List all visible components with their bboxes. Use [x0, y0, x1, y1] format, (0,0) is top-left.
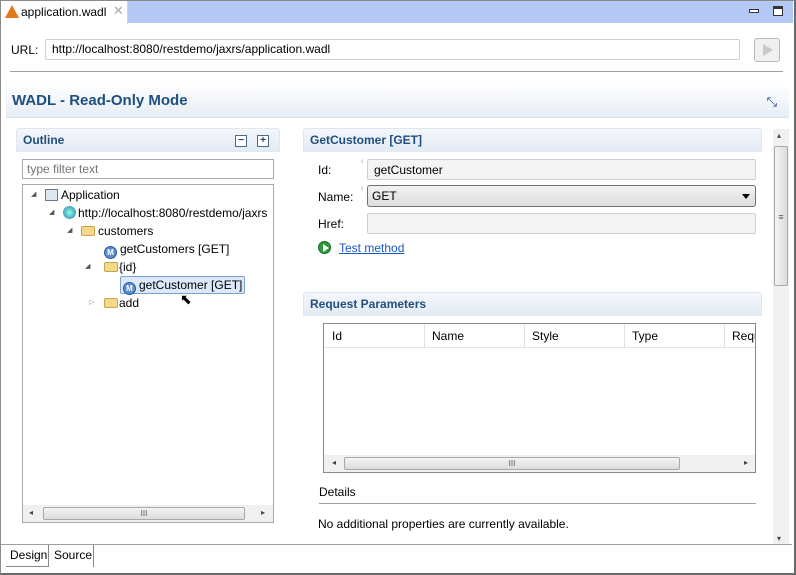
- column-header-type[interactable]: Type: [625, 325, 725, 347]
- tab-source[interactable]: Source: [49, 545, 94, 567]
- details-label: Details: [319, 485, 356, 499]
- hint-bulb-icon: ♀: [359, 157, 365, 166]
- folder-icon: [104, 262, 118, 272]
- tab-label: Source: [54, 548, 93, 562]
- expand-arrow-icon: ◢: [85, 263, 91, 270]
- expand-arrow-icon: ◢: [31, 191, 37, 198]
- scrollbar-thumb[interactable]: ≡: [774, 146, 788, 286]
- scrollbar-thumb[interactable]: III: [344, 457, 680, 470]
- request-params-title: Request Parameters: [310, 297, 427, 311]
- tree-label: Application: [61, 188, 120, 202]
- outline-tree: ◢ Application ◢ http://localhost:8080/rest…: [22, 184, 274, 523]
- separator: [10, 71, 783, 72]
- column-header-name[interactable]: Name: [425, 325, 525, 347]
- tree-label: customers: [98, 224, 154, 238]
- collapse-all-icon[interactable]: −: [235, 135, 247, 147]
- name-label: Name:: [318, 190, 354, 204]
- wadl-file-icon: [5, 5, 19, 18]
- scrollbar-thumb[interactable]: III: [43, 507, 245, 520]
- close-icon[interactable]: ✕: [113, 3, 124, 19]
- editor-tab-title: application.wadl: [21, 5, 107, 19]
- details-text: No additional properties are currently a…: [318, 517, 569, 531]
- mouse-cursor-icon: ⬉: [180, 291, 192, 307]
- expand-arrow-icon: ◢: [49, 209, 55, 216]
- chevron-down-icon: [742, 194, 750, 199]
- test-method-link[interactable]: Test method: [339, 241, 404, 255]
- expand-all-icon[interactable]: +: [257, 135, 269, 147]
- collapsed-arrow-icon: ▷: [89, 299, 95, 306]
- globe-icon: [63, 206, 76, 219]
- tab-label: Design: [10, 548, 48, 562]
- vertical-scrollbar[interactable]: ▴ ≡ ▾: [773, 129, 789, 545]
- editor-tab[interactable]: application.wadl ✕: [1, 1, 128, 24]
- unlink-icon[interactable]: ⤡: [767, 94, 777, 110]
- href-label: Href:: [318, 217, 345, 231]
- outline-horizontal-scrollbar[interactable]: ◂ III ▸: [23, 505, 273, 522]
- name-value: GET: [372, 189, 397, 203]
- folder-icon: [104, 298, 118, 308]
- url-input[interactable]: http://localhost:8080/restdemo/jaxrs/app…: [45, 39, 740, 60]
- method-header: GetCustomer [GET]: [303, 128, 762, 152]
- request-params-header: Request Parameters: [303, 292, 762, 316]
- run-icon: [318, 241, 331, 254]
- hint-bulb-icon: ♀: [359, 184, 365, 193]
- column-header-style[interactable]: Style: [525, 325, 625, 347]
- id-value: getCustomer: [374, 163, 443, 177]
- table-header: Id Name Style Type Requ: [325, 325, 755, 348]
- filter-input[interactable]: [22, 159, 274, 179]
- outline-header: Outline − +: [16, 128, 280, 152]
- form-header: WADL - Read-Only Mode ⤡: [6, 84, 789, 118]
- page-title: WADL - Read-Only Mode: [12, 92, 188, 109]
- minimize-icon[interactable]: [749, 9, 759, 13]
- play-icon: [763, 44, 773, 56]
- params-table: Id Name Style Type Requ ◂ III ▸: [323, 323, 756, 473]
- tree-label: http://localhost:8080/restdemo/jaxrs: [78, 206, 268, 220]
- url-label: URL:: [11, 43, 39, 57]
- column-header-required[interactable]: Requ: [725, 325, 755, 347]
- column-header-id[interactable]: Id: [325, 325, 425, 347]
- tree-label: getCustomers [GET]: [120, 242, 230, 256]
- go-button[interactable]: [754, 38, 780, 62]
- tab-design[interactable]: Design: [6, 545, 49, 567]
- application-icon: [45, 189, 58, 201]
- tree-item-resource-root[interactable]: ◢ http://localhost:8080/restdemo/jaxrs: [49, 204, 267, 222]
- tree-item-id[interactable]: ◢ {id}: [85, 258, 136, 276]
- tree-label: getCustomer [GET]: [139, 278, 243, 292]
- href-field[interactable]: [367, 213, 756, 234]
- tree-item-customers[interactable]: ◢ customers: [67, 222, 153, 240]
- expand-arrow-icon: ◢: [67, 227, 73, 234]
- tree-item-application[interactable]: ◢ Application: [31, 186, 120, 204]
- tree-label: {id}: [119, 260, 137, 274]
- table-horizontal-scrollbar[interactable]: ◂ III ▸: [324, 455, 755, 472]
- id-label: Id:: [318, 163, 332, 177]
- tree-label: add: [119, 296, 140, 310]
- bottom-separator: [1, 544, 792, 545]
- folder-icon: [81, 226, 95, 236]
- tree-item-getcustomers[interactable]: MgetCustomers [GET]: [104, 240, 230, 259]
- id-field[interactable]: getCustomer: [367, 159, 756, 180]
- maximize-icon[interactable]: [773, 6, 783, 16]
- tree-item-add[interactable]: ▷ add: [89, 294, 139, 312]
- details-separator: [319, 503, 756, 504]
- url-value: http://localhost:8080/restdemo/jaxrs/app…: [52, 42, 331, 56]
- outline-title: Outline: [23, 133, 65, 147]
- name-select[interactable]: GET: [367, 185, 756, 207]
- method-title: GetCustomer [GET]: [310, 133, 423, 147]
